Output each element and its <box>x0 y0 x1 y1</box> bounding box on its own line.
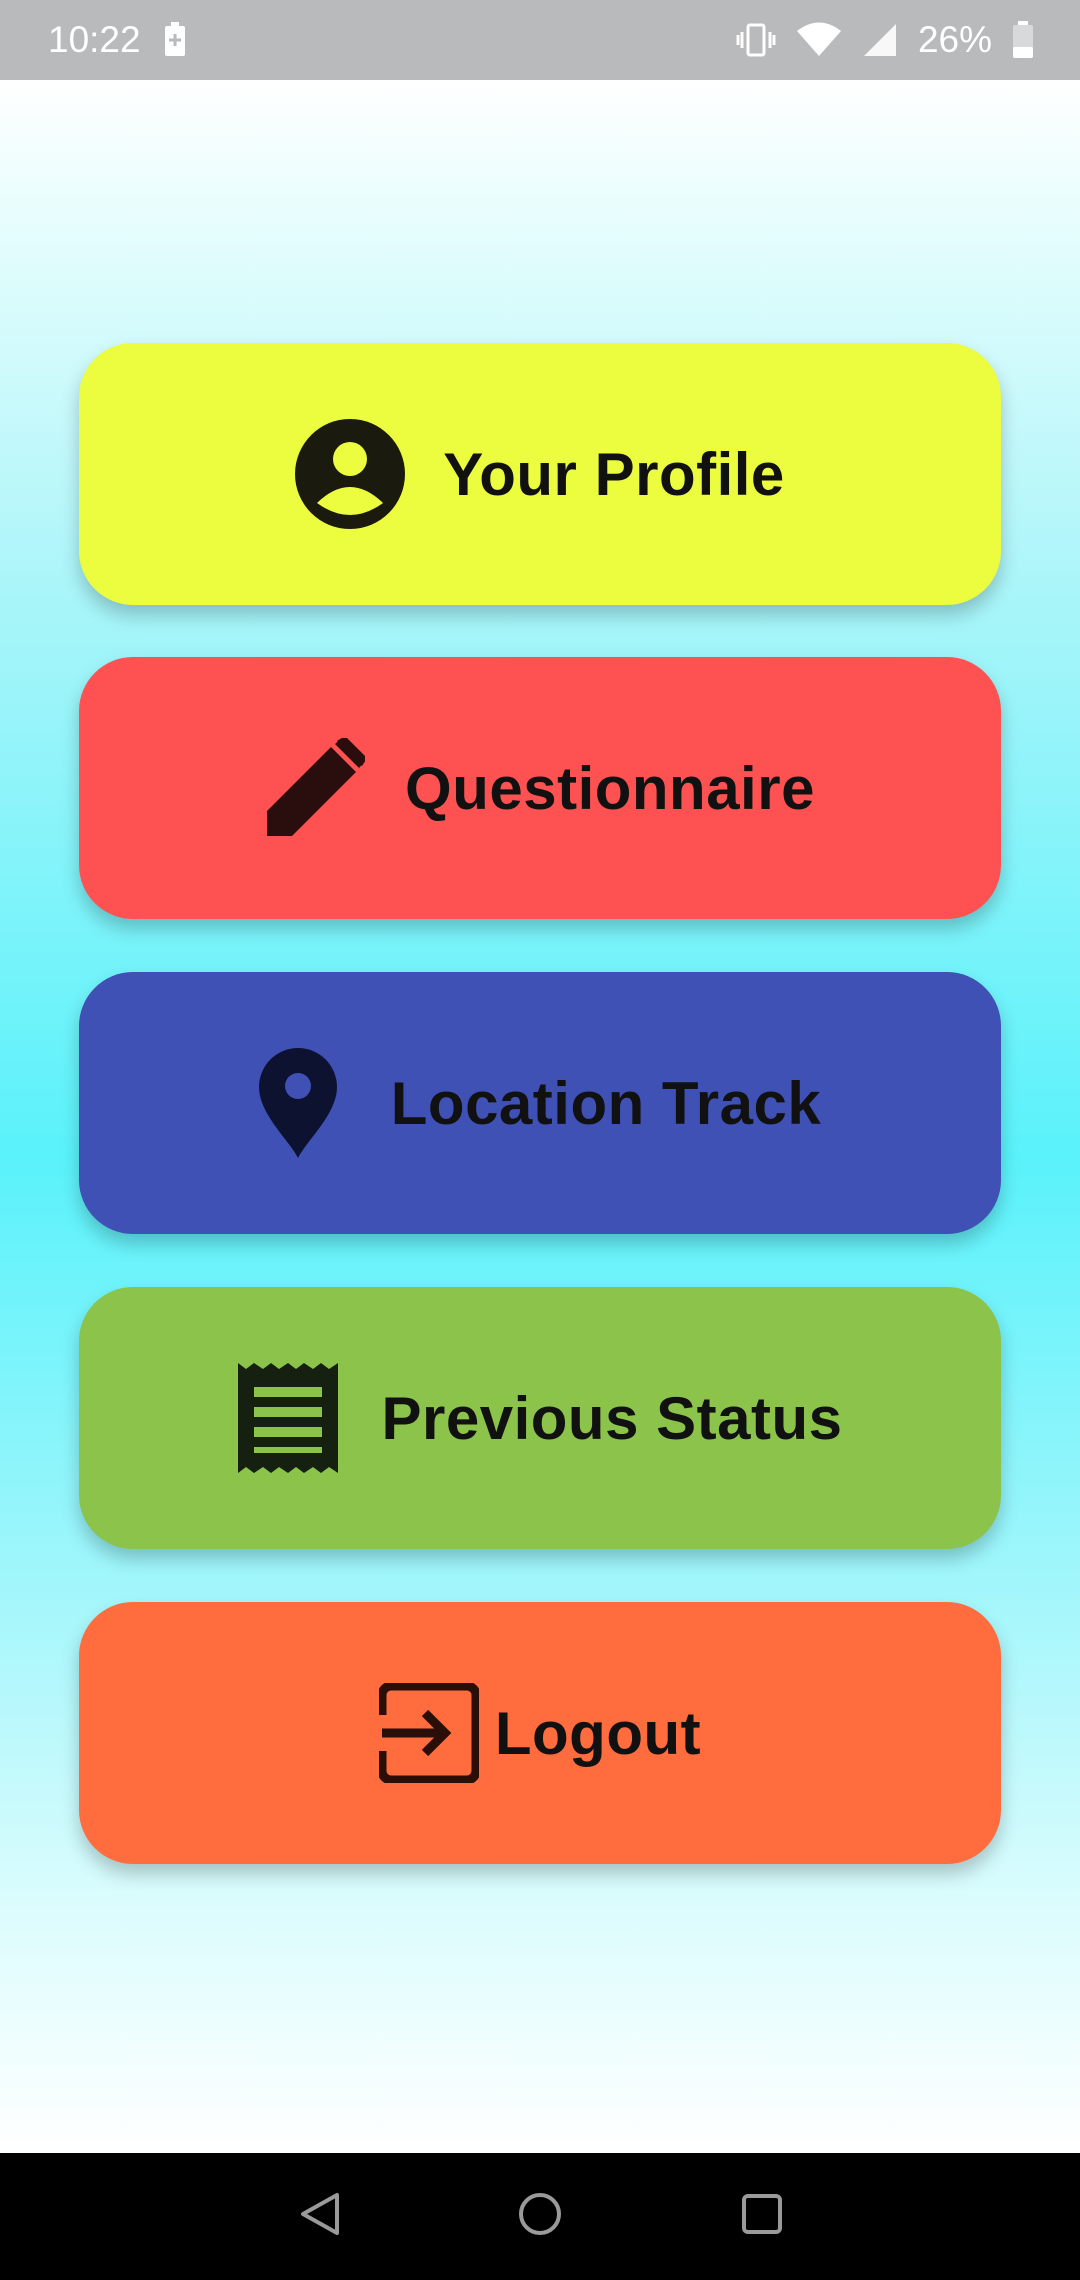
account-circle-icon <box>295 419 406 529</box>
questionnaire-label: Questionnaire <box>405 754 815 822</box>
navigation-bar <box>0 2153 1080 2280</box>
vibrate-icon <box>736 22 776 58</box>
wifi-icon <box>796 22 842 58</box>
logout-label: Logout <box>494 1699 702 1767</box>
battery-saver-icon <box>163 22 187 58</box>
home-screen: Your Profile Questionnaire Location Trac… <box>0 80 1080 2153</box>
recents-icon <box>739 2191 785 2242</box>
home-button[interactable] <box>480 2153 600 2280</box>
status-bar: 10:22 26% <box>0 0 1080 80</box>
your-profile-label: Your Profile <box>443 440 785 508</box>
previous-status-label: Previous Status <box>381 1384 843 1452</box>
back-icon <box>297 2191 343 2242</box>
battery-icon <box>1012 21 1034 59</box>
status-time: 10:22 <box>48 19 141 60</box>
location-track-button[interactable]: Location Track <box>79 972 1001 1234</box>
status-left: 10:22 <box>48 19 187 61</box>
recents-button[interactable] <box>702 2153 822 2280</box>
your-profile-button[interactable]: Your Profile <box>79 343 1001 605</box>
battery-percent: 26% <box>917 19 992 60</box>
receipt-icon <box>237 1363 338 1473</box>
cell-signal-icon <box>862 22 898 58</box>
previous-status-button[interactable]: Previous Status <box>79 1287 1001 1549</box>
map-pin-icon <box>258 1048 337 1158</box>
location-track-label: Location Track <box>390 1069 822 1137</box>
back-button[interactable] <box>260 2153 380 2280</box>
home-icon <box>517 2191 563 2242</box>
logout-button[interactable]: Logout <box>79 1602 1001 1864</box>
status-right: 26% <box>736 19 1034 61</box>
questionnaire-button[interactable]: Questionnaire <box>79 657 1001 919</box>
pencil-icon <box>265 738 366 838</box>
exit-icon <box>378 1683 479 1783</box>
